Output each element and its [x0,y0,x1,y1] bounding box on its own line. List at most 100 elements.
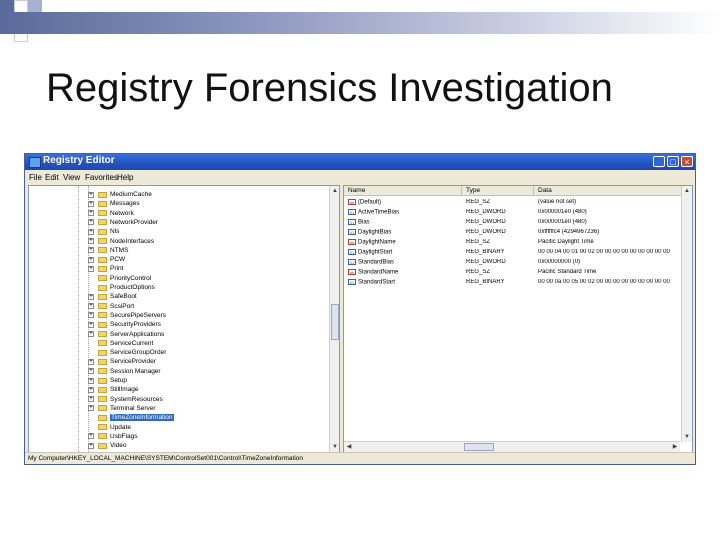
expand-plus-icon[interactable]: + [88,442,94,449]
tree-item[interactable]: + ServerApplications [88,330,164,339]
tree-item[interactable]: + Video [88,441,127,450]
expand-plus-icon[interactable]: + [88,405,94,412]
scroll-down-arrow-icon[interactable]: ▼ [683,433,691,441]
scroll-down-arrow-icon[interactable]: ▼ [331,443,339,451]
column-header-data[interactable]: Data [534,186,682,196]
tree-item[interactable]: + Print [88,264,123,273]
scroll-right-arrow-icon[interactable]: ▶ [671,443,679,451]
expand-plus-icon[interactable]: + [88,312,94,319]
value-row[interactable]: 01 DaylightBias REG_DWORD 0xffffffc4 (42949… [344,228,680,237]
tree-item[interactable]: + StillImage [88,385,139,394]
tree-item[interactable]: + Nls [88,227,119,236]
binary-value-icon: 01 [348,249,356,255]
values-vertical-scrollbar[interactable]: ▲ ▼ [681,186,692,442]
menu-file[interactable]: File [29,173,42,182]
tree-item[interactable]: + PCW [88,255,125,264]
menu-favorites[interactable]: Favorites [85,173,118,182]
tree-item[interactable]: + ServiceProvider [88,357,156,366]
scroll-thumb[interactable] [331,304,339,340]
expand-plus-icon[interactable]: + [88,191,94,198]
hscroll-thumb[interactable] [464,443,494,451]
tree-item-label: Video [110,442,127,450]
value-row[interactable]: ab StandardName REG_SZ Pacific Standard Tim… [344,268,680,277]
tree-item[interactable]: Update [91,423,131,432]
column-header-type[interactable]: Type [462,186,534,196]
expand-plus-icon[interactable]: + [88,331,94,337]
expand-plus-icon[interactable]: + [88,293,94,300]
expand-plus-icon[interactable]: + [88,210,94,217]
folder-icon [98,238,107,244]
slide-header-gradient [0,12,720,34]
tree-item[interactable]: + NTMS [88,246,128,255]
close-button[interactable]: × [681,156,693,167]
folder-icon [98,424,107,430]
expand-plus-icon[interactable]: + [88,219,94,226]
menu-help[interactable]: Help [117,173,133,182]
tree-item[interactable]: + SecurityProviders [88,320,161,329]
tree-item[interactable]: + Messages [88,199,140,208]
tree-item[interactable]: + NodeInterfaces [88,237,154,246]
tree-item[interactable]: + MediumCache [88,190,152,199]
value-type: REG_DWORD [466,209,506,215]
tree-item[interactable]: + SecurePipeServers [88,311,166,320]
expand-plus-icon[interactable]: + [88,247,94,254]
expand-plus-icon[interactable]: + [88,303,94,310]
expand-plus-icon[interactable]: + [88,321,94,328]
values-horizontal-scrollbar[interactable]: ◀ ▶ [344,441,680,452]
expand-plus-icon[interactable]: + [88,265,94,272]
expand-plus-icon[interactable]: + [88,228,94,235]
folder-icon [98,265,107,272]
tree-item[interactable]: + UsbFlags [88,432,137,441]
tree-item[interactable]: + Setup [88,376,127,385]
folder-icon [98,433,107,440]
value-row[interactable]: 01 DaylightStart REG_BINARY 00 00 04 00 01 … [344,248,680,257]
value-name-cell: 01 StandardBias [348,259,460,266]
value-row[interactable]: 01 Bias REG_DWORD 0x000001e0 (480) [344,218,680,227]
scroll-up-arrow-icon[interactable]: ▲ [683,187,691,195]
value-row[interactable]: 01 StandardBias REG_DWORD 0x00000000 (0) [344,258,680,267]
value-row[interactable]: ab (Default) REG_SZ (value not set) [344,198,680,207]
value-row[interactable]: 01 StandardStart REG_BINARY 00 00 0a 00 05 … [344,278,680,287]
status-bar-path: My Computer\HKEY_LOCAL_MACHINE\SYSTEM\Co… [25,452,695,464]
tree-item[interactable]: ServiceCurrent [91,339,153,348]
binary-value-icon: 01 [348,229,356,235]
menu-view[interactable]: View [63,173,80,182]
expand-plus-icon[interactable]: + [88,377,94,384]
tree-item[interactable]: ProductOptions [91,283,155,292]
tree-item[interactable]: + SafeBoot [88,292,137,301]
key-tree-pane[interactable]: + MediumCache + Messages + Network + NetworkPro… [28,185,340,453]
expand-plus-icon[interactable]: + [88,433,94,440]
minimize-button[interactable]: _ [653,156,665,167]
values-pane[interactable]: Name Type Data ab (Default) REG_SZ (value n… [343,185,693,453]
tree-item[interactable]: PriorityControl [91,274,151,283]
tree-item[interactable]: TimeZoneInformation [91,413,174,422]
maximize-button[interactable]: □ [667,156,679,167]
window-titlebar[interactable]: Registry Editor _ □ × [25,154,695,170]
value-name-cell: 01 StandardStart [348,279,460,286]
value-name-cell: 01 DaylightStart [348,249,460,256]
tree-item[interactable]: + Terminal Server [88,404,156,413]
tree-item[interactable]: + SystemResources [88,395,163,404]
expand-plus-icon[interactable]: + [88,358,94,365]
tree-item[interactable]: + Network [88,209,134,218]
expand-plus-icon[interactable]: + [88,200,94,207]
tree-item[interactable]: + Session Manager [88,367,161,376]
tree-item-label: SecurityProviders [110,321,161,329]
scroll-left-arrow-icon[interactable]: ◀ [345,443,353,451]
tree-item-label: StillImage [110,386,139,394]
tree-item[interactable]: ServiceGroupOrder [91,348,166,357]
tree-item[interactable]: + NetworkProvider [88,218,158,227]
expand-plus-icon[interactable]: + [88,256,94,263]
tree-item[interactable]: + ScsiPort [88,302,134,311]
column-header-name[interactable]: Name [344,186,462,196]
expand-plus-icon[interactable]: + [88,396,94,403]
tree-vertical-scrollbar[interactable]: ▲ ▼ [329,186,339,452]
value-row[interactable]: 01 ActiveTimeBias REG_DWORD 0x000001e0 (480… [344,208,680,217]
tree-item-label: Messages [110,200,140,208]
expand-plus-icon[interactable]: + [88,238,94,244]
value-row[interactable]: ab DaylightName REG_SZ Pacific Daylight Tim… [344,238,680,247]
scroll-up-arrow-icon[interactable]: ▲ [331,187,339,195]
expand-plus-icon[interactable]: + [88,368,94,375]
expand-plus-icon[interactable]: + [88,386,94,393]
menu-edit[interactable]: Edit [45,173,59,182]
